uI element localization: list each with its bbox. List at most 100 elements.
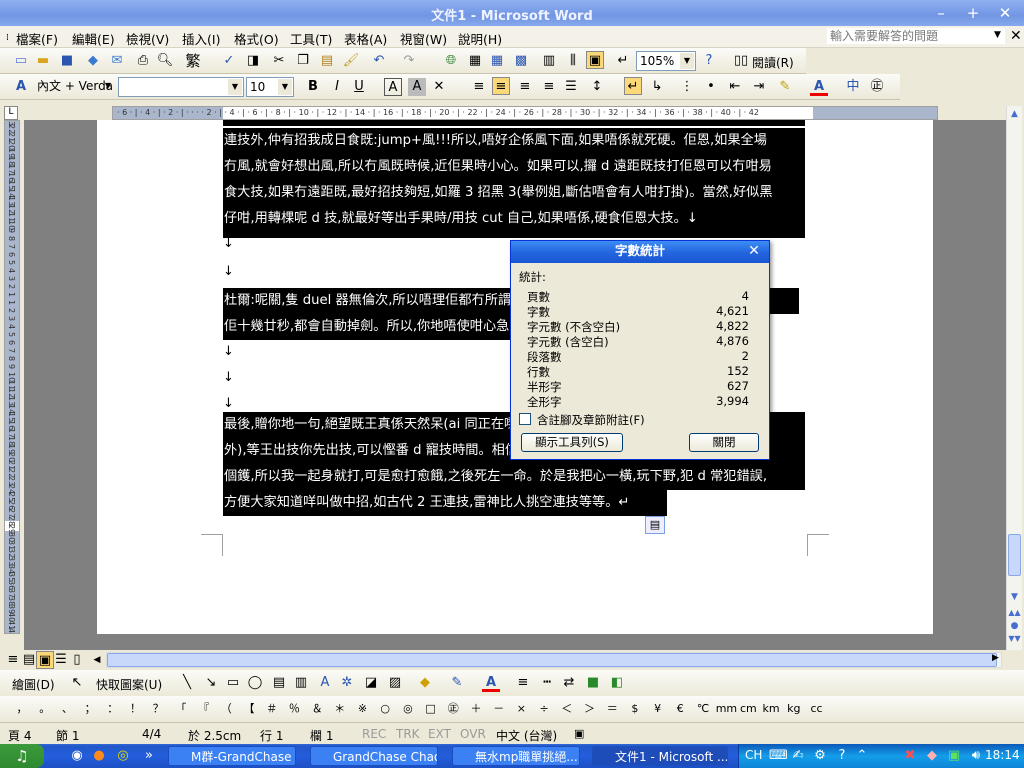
- rtl-icon[interactable]: ↳: [648, 78, 666, 96]
- vertical-scrollbar[interactable]: ▲ ▼ ▲▲ ● ▼▼: [1006, 106, 1022, 650]
- chevron-down-icon[interactable]: ▼: [228, 79, 242, 95]
- scroll-down-icon[interactable]: ▼: [1007, 592, 1022, 606]
- tray-network-icon[interactable]: ▣: [945, 747, 963, 765]
- show-toolbar-button[interactable]: 顯示工具列(S): [521, 433, 623, 452]
- menu-file[interactable]: 檔案(F): [16, 29, 58, 48]
- firefox-icon[interactable]: ●: [90, 747, 108, 765]
- ime-settings-icon[interactable]: ⚙: [811, 747, 829, 765]
- align-center-icon[interactable]: ≡: [516, 78, 534, 96]
- print-preview-icon[interactable]: 🔍︎: [156, 52, 174, 70]
- symbol-button[interactable]: ＞: [580, 700, 600, 718]
- paste-icon[interactable]: ▤: [318, 52, 336, 70]
- email-icon[interactable]: ✉: [108, 52, 126, 70]
- symbol-button[interactable]: cc: [807, 700, 827, 718]
- symbol-button[interactable]: □: [421, 700, 441, 718]
- next-page-icon[interactable]: ▼▼: [1007, 634, 1022, 646]
- shadow-icon[interactable]: ■: [584, 674, 602, 692]
- picture-icon[interactable]: ▨: [386, 674, 404, 692]
- symbol-button[interactable]: ＃: [262, 700, 282, 718]
- help-search-input[interactable]: 輸入需要解答的問題: [826, 27, 1006, 45]
- symbol-button[interactable]: $: [625, 700, 645, 718]
- symbol-button[interactable]: ＋: [466, 700, 486, 718]
- styles-icon[interactable]: A: [12, 78, 30, 96]
- tab-selector[interactable]: L: [4, 106, 18, 120]
- symbol-button[interactable]: ㊣: [443, 700, 463, 718]
- start-music-icon[interactable]: ♫: [0, 744, 44, 768]
- symbol-button[interactable]: ○: [375, 700, 395, 718]
- spelling-icon[interactable]: ✓: [220, 52, 238, 70]
- help-tray-icon[interactable]: ?: [833, 747, 851, 765]
- print-icon[interactable]: ⎙: [134, 52, 152, 70]
- symbol-button[interactable]: mm: [716, 700, 737, 718]
- language-indicator[interactable]: CH: [745, 748, 762, 762]
- select-objects-icon[interactable]: ↖: [68, 674, 86, 692]
- horizontal-scrollbar[interactable]: [106, 652, 1002, 668]
- symbol-button[interactable]: cm: [738, 700, 758, 718]
- new-document-icon[interactable]: ▭: [12, 52, 30, 70]
- show-hide-icon[interactable]: ↵: [614, 52, 632, 70]
- fill-color-icon[interactable]: ◆: [416, 674, 434, 692]
- justify-icon[interactable]: ≡: [470, 78, 488, 96]
- tray-security-icon[interactable]: ◆: [923, 747, 941, 765]
- read-icon[interactable]: ▯▯: [732, 52, 750, 70]
- close-button[interactable]: ✕: [994, 4, 1016, 22]
- char-scale-icon[interactable]: ✕: [430, 78, 448, 96]
- symbol-button[interactable]: ¥: [648, 700, 668, 718]
- traditional-chinese-icon[interactable]: 繁: [184, 52, 202, 70]
- cut-icon[interactable]: ✂: [270, 52, 288, 70]
- dialog-close-button[interactable]: 關閉: [689, 433, 759, 452]
- research-icon[interactable]: ◨: [244, 52, 262, 70]
- footnotes-checkbox[interactable]: [519, 413, 531, 425]
- menu-tools[interactable]: 工具(T): [290, 29, 332, 48]
- symbol-button[interactable]: ？: [148, 700, 168, 718]
- scroll-left-icon[interactable]: ◀: [88, 651, 106, 669]
- symbol-button[interactable]: ；: [80, 700, 100, 718]
- redo-icon[interactable]: ↷: [400, 52, 418, 70]
- menu-table[interactable]: 表格(A): [344, 29, 387, 48]
- horizontal-ruler[interactable]: · 6 · | · 4 · | · 2 · | · · · · 2 · | · …: [112, 106, 938, 120]
- style-combo[interactable]: 內文 + Verda ▼: [34, 77, 116, 97]
- underline-icon[interactable]: U: [350, 78, 368, 96]
- status-rec[interactable]: REC: [362, 727, 386, 741]
- help-dropdown-icon[interactable]: ▼: [994, 30, 1001, 40]
- align-left-icon[interactable]: ≡: [492, 77, 510, 95]
- symbol-button[interactable]: ％: [284, 700, 304, 718]
- char-border-icon[interactable]: A: [384, 78, 402, 96]
- italic-icon[interactable]: I: [328, 78, 346, 96]
- scroll-thumb[interactable]: [1008, 534, 1021, 576]
- draw-font-color-icon[interactable]: A: [482, 674, 500, 692]
- quicklaunch-app-icon[interactable]: ◉: [68, 747, 86, 765]
- symbol-button[interactable]: €: [670, 700, 690, 718]
- ltr-icon[interactable]: ↵: [624, 77, 642, 95]
- task-mp-challenge[interactable]: 無水mp職單挑絕...: [452, 746, 580, 766]
- chevron-down-icon[interactable]: ▼: [680, 53, 694, 69]
- reading-button[interactable]: 閱讀(R): [752, 54, 794, 71]
- clipart-icon[interactable]: ◪: [362, 674, 380, 692]
- permission-icon[interactable]: ◆: [84, 52, 102, 70]
- columns-icon[interactable]: ▥: [540, 52, 558, 70]
- highlight-icon[interactable]: ✎: [776, 78, 794, 96]
- line-spacing-icon[interactable]: ↕: [588, 78, 606, 96]
- autoshapes-menu[interactable]: 快取圖案(U): [96, 676, 162, 693]
- open-folder-icon[interactable]: ▬: [34, 52, 52, 70]
- tray-app-icon[interactable]: ✖: [901, 747, 919, 765]
- copy-icon[interactable]: ❐: [294, 52, 312, 70]
- vertical-ruler[interactable]: 23 22 21 20 19 18 17 16 15 14 13 12 11 10 9 8 7 6 5 4 3 2 1 1 2 3…: [4, 120, 20, 634]
- symbol-button[interactable]: ◎: [398, 700, 418, 718]
- symbol-button[interactable]: ：: [103, 700, 123, 718]
- ime-icon[interactable]: ✍: [789, 747, 807, 765]
- symbol-button[interactable]: ÷: [534, 700, 554, 718]
- symbol-button[interactable]: 「: [171, 700, 191, 718]
- status-ext[interactable]: EXT: [428, 727, 451, 741]
- symbol-button[interactable]: kg: [784, 700, 804, 718]
- symbol-button[interactable]: ※: [353, 700, 373, 718]
- save-icon[interactable]: ■: [58, 52, 76, 70]
- 3d-icon[interactable]: ◧: [608, 674, 626, 692]
- drawing-icon[interactable]: ⫼: [564, 52, 582, 70]
- symbol-button[interactable]: km: [761, 700, 781, 718]
- status-ovr[interactable]: OVR: [460, 727, 486, 741]
- rectangle-icon[interactable]: ▭: [224, 674, 242, 692]
- spelling-status-icon[interactable]: ▣: [574, 727, 584, 740]
- symbol-button[interactable]: 、: [57, 700, 77, 718]
- wordart-icon[interactable]: A: [316, 674, 334, 692]
